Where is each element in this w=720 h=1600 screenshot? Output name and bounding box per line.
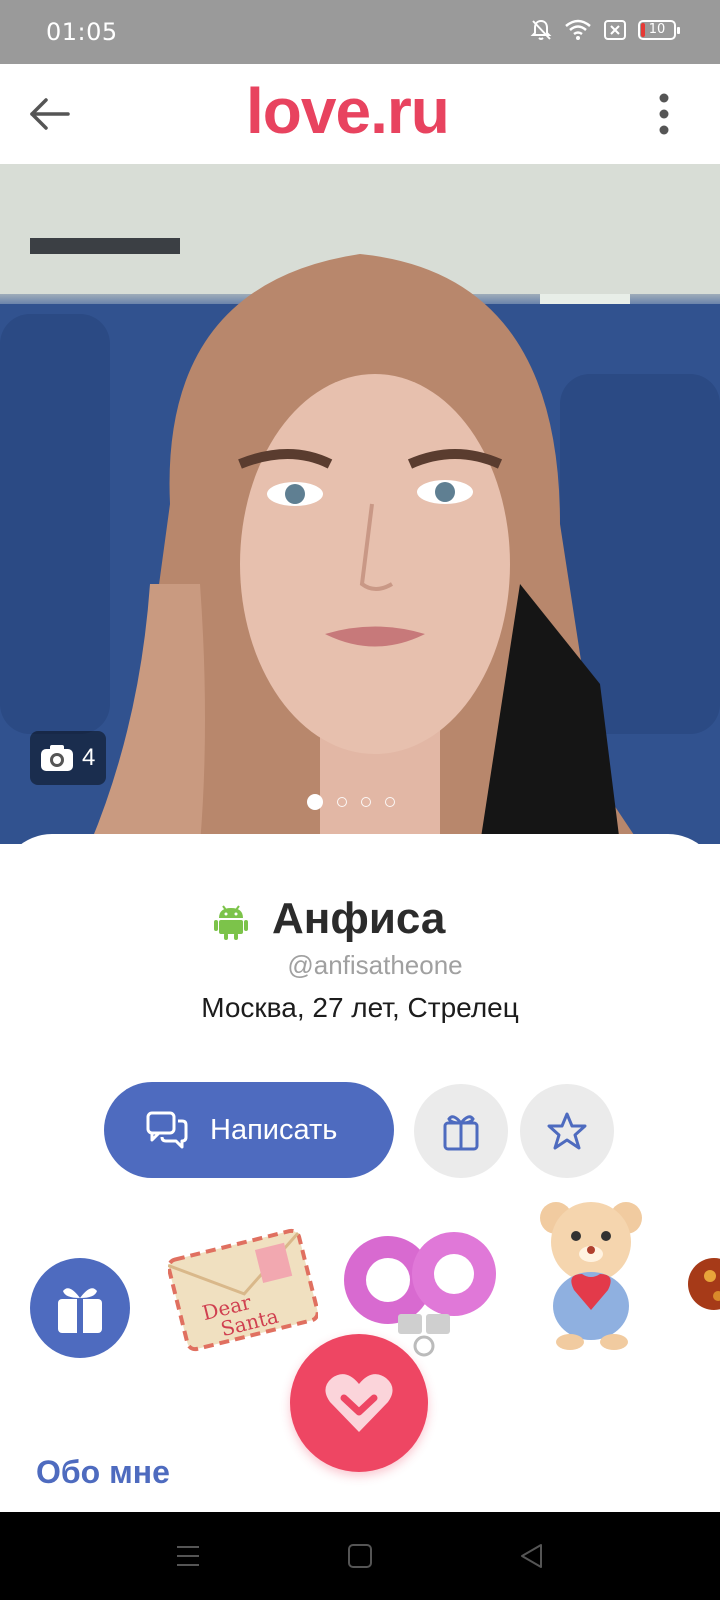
gift-store-button[interactable] — [30, 1258, 130, 1358]
star-icon — [547, 1112, 587, 1150]
envelope-gift[interactable]: Dear Santa — [168, 1214, 318, 1364]
bell-off-icon — [530, 19, 552, 40]
profile-name: Анфиса — [272, 894, 446, 943]
system-nav-bar — [0, 1512, 720, 1600]
candy-gift[interactable] — [688, 1244, 720, 1354]
pager-dot-4[interactable] — [385, 797, 395, 807]
photo-count: 4 — [82, 744, 96, 771]
gift-icon — [443, 1115, 479, 1151]
chat-icon — [146, 1111, 188, 1149]
status-icons: 10 — [530, 18, 680, 42]
like-button[interactable] — [290, 1334, 428, 1472]
teddy-bear-gift[interactable] — [526, 1194, 656, 1354]
battery-level: 10 — [648, 22, 666, 37]
back-arrow-icon[interactable] — [26, 94, 74, 134]
profile-location: Москва, 27 лет, Стрелец — [201, 992, 519, 1023]
app-logo: love.ru — [246, 75, 450, 147]
profile-photo[interactable]: 4 — [0, 164, 720, 844]
write-message-label: Написать — [210, 1113, 338, 1146]
sim-off-icon — [604, 20, 626, 40]
status-bar: 01:05 10 — [0, 0, 720, 64]
pager-dot-2[interactable] — [337, 797, 347, 807]
photo-pager — [307, 794, 395, 810]
status-time: 01:05 — [46, 18, 118, 46]
photo-count-badge[interactable]: 4 — [30, 731, 106, 785]
profile-username: @anfisatheone — [287, 950, 463, 980]
camera-icon — [41, 745, 73, 771]
menu-icon[interactable] — [174, 1542, 202, 1570]
profile-card: Анфиса @anfisatheone Москва, 27 лет, Стр… — [0, 834, 720, 1514]
app-header: love.ru — [0, 64, 720, 164]
android-icon — [214, 905, 248, 940]
photo-scene — [0, 164, 720, 844]
heart-icon — [325, 1374, 393, 1432]
battery-icon: 10 — [638, 20, 680, 40]
home-icon[interactable] — [346, 1542, 374, 1570]
pager-dot-3[interactable] — [361, 797, 371, 807]
pager-dot-1[interactable] — [307, 794, 323, 810]
send-gift-button[interactable] — [414, 1084, 508, 1178]
more-options-icon[interactable] — [652, 92, 676, 136]
about-me-heading: Обо мне — [36, 1454, 170, 1490]
favorite-button[interactable] — [520, 1084, 614, 1178]
wifi-icon — [565, 19, 591, 40]
write-message-button[interactable]: Написать — [104, 1082, 394, 1178]
back-icon[interactable] — [518, 1542, 546, 1570]
gift-icon — [58, 1288, 102, 1333]
